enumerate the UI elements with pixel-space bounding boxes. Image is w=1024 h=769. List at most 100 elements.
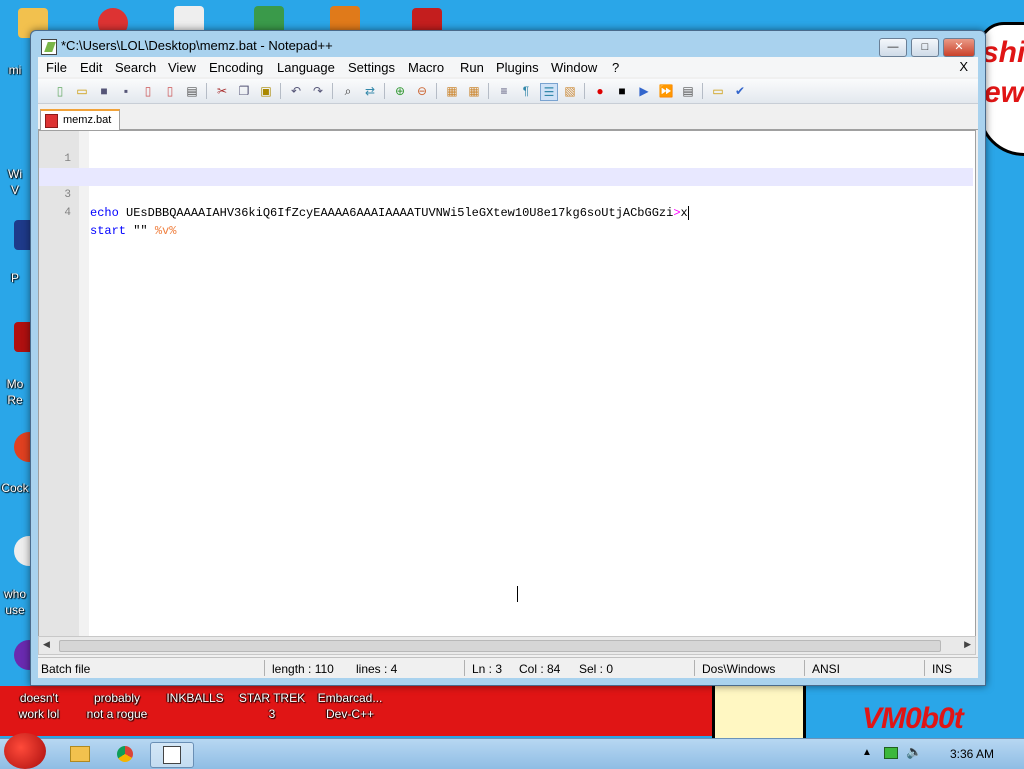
save-macro-icon[interactable]: ▤ bbox=[680, 83, 696, 99]
play-macro-icon[interactable]: ▶ bbox=[636, 83, 652, 99]
desktop-icon-label[interactable]: INKBALLS bbox=[160, 690, 230, 706]
scroll-right-icon[interactable]: ▶ bbox=[964, 639, 971, 650]
status-separator bbox=[804, 660, 805, 676]
show-hidden-icons-icon[interactable]: ▲ bbox=[862, 747, 872, 758]
code-line-current: 3 echo UEsDBBQAAAAIAHV36kiQ6IfZcyEAAAA6A… bbox=[39, 168, 973, 220]
scroll-left-icon[interactable]: ◀ bbox=[43, 639, 50, 650]
toolbar-separator bbox=[488, 83, 489, 99]
code-line: 4 start "" %v% bbox=[39, 186, 973, 238]
zoom-in-icon[interactable]: ⊕ bbox=[392, 83, 408, 99]
copy-icon[interactable]: ❐ bbox=[236, 83, 252, 99]
status-length: length : 110 bbox=[272, 662, 334, 676]
maximize-button[interactable]: □ bbox=[911, 38, 939, 57]
indent-guide-icon[interactable]: ☰ bbox=[540, 83, 558, 101]
menu-macro[interactable]: Macro bbox=[408, 60, 444, 75]
doc-map-icon[interactable]: ▧ bbox=[562, 83, 578, 99]
desktop-icon-label[interactable]: STAR TREK 3 bbox=[236, 690, 308, 722]
horizontal-scrollbar[interactable]: ◀ ▶ bbox=[38, 636, 976, 655]
status-ln: Ln : 3 bbox=[472, 662, 503, 676]
open-file-icon[interactable]: ▭ bbox=[74, 83, 90, 99]
volume-icon[interactable]: 🔈 bbox=[906, 744, 922, 760]
line-number: 4 bbox=[64, 207, 71, 219]
play-multiple-icon[interactable]: ⏩ bbox=[658, 83, 674, 99]
code-text: echo UEsDBBQAAAAIAHV36kiQ6IfZcyEAAAA6AAA… bbox=[90, 204, 689, 222]
paste-icon[interactable]: ▣ bbox=[258, 83, 274, 99]
record-macro-icon[interactable]: ● bbox=[592, 83, 608, 99]
print-icon[interactable]: ▤ bbox=[184, 83, 200, 99]
minimize-button[interactable]: — bbox=[879, 38, 907, 57]
word-wrap-icon[interactable]: ≡ bbox=[496, 83, 512, 99]
unsaved-file-icon bbox=[45, 114, 58, 128]
menu-language[interactable]: Language bbox=[277, 60, 335, 75]
tab-label: memz.bat bbox=[63, 114, 112, 126]
taskbar-notepadpp[interactable] bbox=[150, 742, 194, 768]
folder-workspace-icon[interactable]: ▭ bbox=[710, 83, 726, 99]
redo-icon[interactable]: ↷ bbox=[310, 83, 326, 99]
close-all-icon[interactable]: ▯ bbox=[162, 83, 178, 99]
desktop-icon-label[interactable]: P bbox=[0, 270, 30, 286]
status-separator bbox=[264, 660, 265, 676]
zoom-out-icon[interactable]: ⊖ bbox=[414, 83, 430, 99]
save-icon[interactable]: ■ bbox=[96, 83, 112, 99]
menu-edit[interactable]: Edit bbox=[80, 60, 102, 75]
save-all-icon[interactable]: ▪ bbox=[118, 83, 134, 99]
notepad-icon bbox=[41, 39, 57, 55]
sync-vertical-icon[interactable]: ▦ bbox=[444, 83, 460, 99]
code-line: 2 bbox=[39, 150, 973, 183]
code-line: 1 @echo off bbox=[39, 132, 973, 184]
show-all-chars-icon[interactable]: ¶ bbox=[518, 83, 534, 99]
menu-view[interactable]: View bbox=[168, 60, 196, 75]
undo-icon[interactable]: ↶ bbox=[288, 83, 304, 99]
toolbar-separator bbox=[584, 83, 585, 99]
replace-icon[interactable]: ⇄ bbox=[362, 83, 378, 99]
desktop-icon-label[interactable]: probably not a rogue bbox=[78, 690, 156, 722]
cut-icon[interactable]: ✂ bbox=[214, 83, 230, 99]
taskbar-explorer[interactable] bbox=[58, 742, 100, 766]
menu-run[interactable]: Run bbox=[460, 60, 484, 75]
scroll-thumb[interactable] bbox=[59, 640, 941, 652]
menu-encoding[interactable]: Encoding bbox=[209, 60, 263, 75]
clock[interactable]: 3:36 AM bbox=[950, 747, 994, 761]
status-bar: Batch file length : 110 lines : 4 Ln : 3… bbox=[38, 657, 978, 678]
menu-file[interactable]: File bbox=[46, 60, 67, 75]
close-button[interactable]: ✕ bbox=[943, 38, 975, 57]
status-separator bbox=[464, 660, 465, 676]
desktop-icon-label[interactable]: mi bbox=[0, 62, 30, 78]
menu-help[interactable]: ? bbox=[612, 60, 619, 75]
desktop-icon-label[interactable]: who use bbox=[0, 586, 30, 618]
new-file-icon[interactable]: ▯ bbox=[52, 83, 68, 99]
close-document-button[interactable]: X bbox=[959, 59, 968, 74]
desktop-icon-label[interactable]: Embarcad... Dev-C++ bbox=[312, 690, 388, 722]
status-separator bbox=[924, 660, 925, 676]
window-title: *C:\Users\LOL\Desktop\memz.bat - Notepad… bbox=[61, 38, 333, 53]
stop-macro-icon[interactable]: ■ bbox=[614, 83, 630, 99]
network-icon[interactable] bbox=[884, 747, 898, 759]
chrome-icon bbox=[117, 746, 133, 762]
text-caret bbox=[687, 205, 689, 220]
toolbar-separator bbox=[436, 83, 437, 99]
taskbar-chrome[interactable] bbox=[104, 742, 146, 766]
find-icon[interactable]: ⌕ bbox=[340, 83, 356, 99]
menu-window[interactable]: Window bbox=[551, 60, 597, 75]
desktop-icon-label[interactable]: Cock bbox=[0, 480, 30, 496]
toolbar-separator bbox=[280, 83, 281, 99]
status-file-type: Batch file bbox=[41, 662, 91, 676]
status-sel: Sel : 0 bbox=[579, 662, 614, 676]
editor-area[interactable]: 1 @echo off 2 3 echo UEsDBBQAAAAIAHV36ki… bbox=[38, 130, 976, 638]
toolbar-separator bbox=[206, 83, 207, 99]
menu-plugins[interactable]: Plugins bbox=[496, 60, 539, 75]
sync-horizontal-icon[interactable]: ▦ bbox=[466, 83, 482, 99]
menu-settings[interactable]: Settings bbox=[348, 60, 395, 75]
menu-search[interactable]: Search bbox=[115, 60, 156, 75]
start-button[interactable] bbox=[4, 733, 46, 769]
desktop-icon-label[interactable]: Wi V bbox=[0, 166, 30, 198]
toolbar: ▯ ▭ ■ ▪ ▯ ▯ ▤ ✂ ❐ ▣ ↶ ↷ ⌕ ⇄ ⊕ ⊖ ▦ ▦ ≡ ¶ bbox=[38, 79, 978, 104]
desktop-icon-label[interactable]: Mo Re bbox=[0, 376, 30, 408]
string-literal: "" bbox=[126, 224, 155, 238]
tab-memz-bat[interactable]: memz.bat bbox=[40, 109, 120, 131]
spellcheck-icon[interactable]: ✔ bbox=[732, 83, 748, 99]
status-encoding: ANSI bbox=[812, 662, 841, 676]
status-separator bbox=[694, 660, 695, 676]
close-file-icon[interactable]: ▯ bbox=[140, 83, 156, 99]
desktop-icon-label[interactable]: doesn't work lol bbox=[8, 690, 70, 722]
